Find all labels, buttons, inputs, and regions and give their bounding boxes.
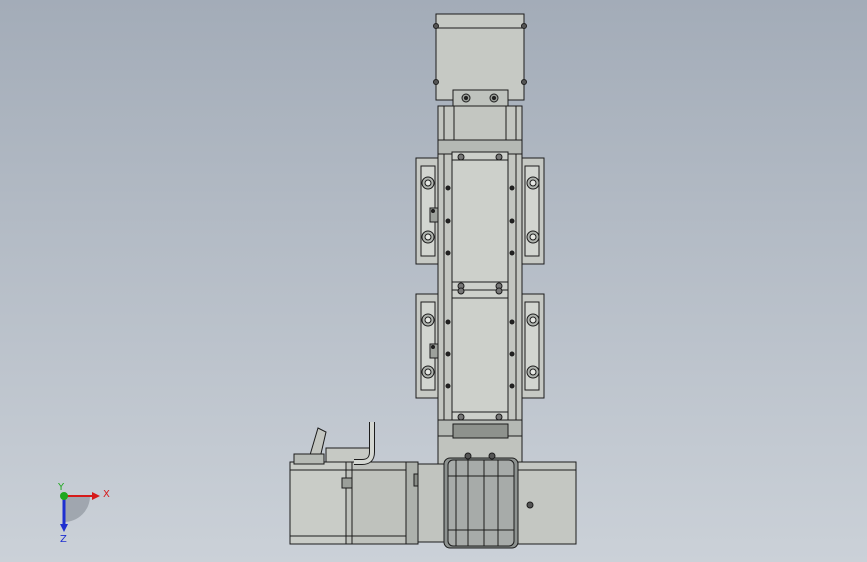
servo-motor bbox=[289, 461, 423, 545]
upper-carriage bbox=[445, 151, 515, 291]
x-axis-label: X bbox=[103, 489, 110, 500]
top-end-cap bbox=[433, 13, 527, 101]
y-axis-dot bbox=[60, 492, 68, 500]
lower-left-side-block bbox=[415, 293, 439, 399]
orientation-triad[interactable]: X Y Z bbox=[57, 482, 110, 545]
lower-carriage bbox=[445, 287, 515, 421]
cad-viewport[interactable]: X Y Z bbox=[0, 0, 867, 562]
z-axis-arrowhead bbox=[60, 524, 68, 532]
coupling-housing bbox=[417, 452, 519, 549]
gearbox-block bbox=[517, 461, 577, 545]
motor-connectors bbox=[293, 422, 375, 465]
z-axis-label: Z bbox=[60, 534, 67, 545]
x-axis-arrowhead bbox=[92, 492, 100, 500]
lower-right-side-block bbox=[521, 293, 545, 399]
linear-actuator-model[interactable] bbox=[289, 13, 577, 549]
top-bracket bbox=[452, 89, 509, 107]
upper-right-side-block bbox=[521, 157, 545, 265]
y-axis-label: Y bbox=[57, 482, 65, 493]
upper-left-side-block bbox=[415, 157, 439, 265]
